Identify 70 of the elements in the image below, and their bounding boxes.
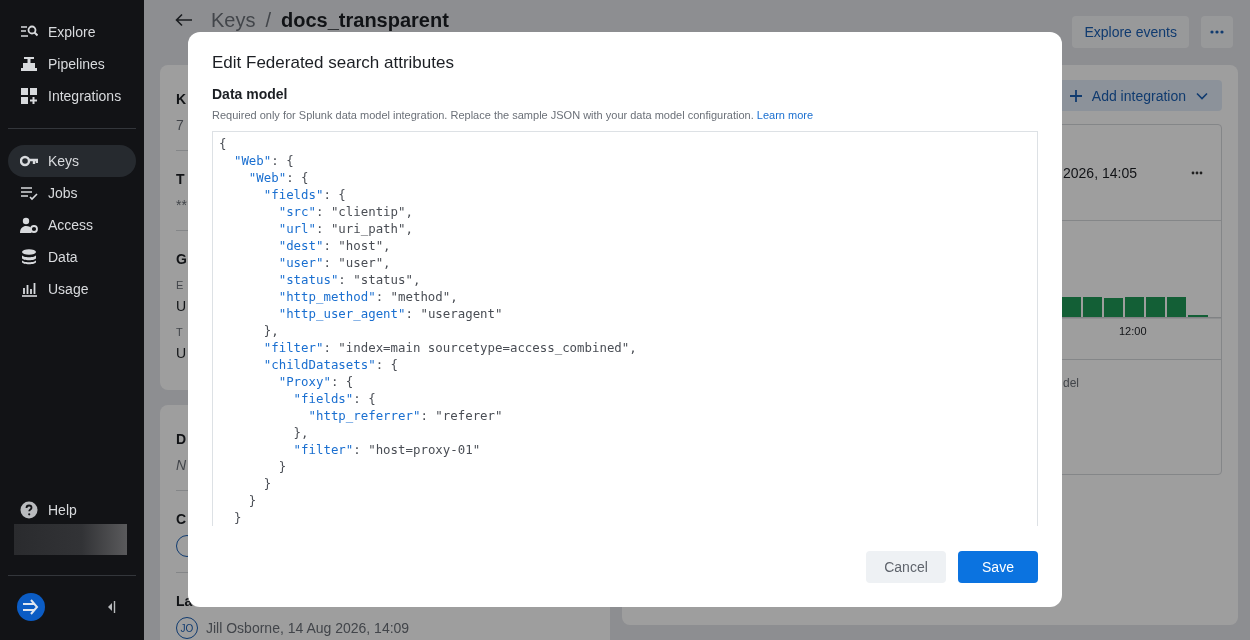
- nav-item[interactable]: Access: [8, 209, 136, 241]
- learn-more-link[interactable]: Learn more: [756, 109, 814, 121]
- code-line: "filter": "host=proxy-01": [292, 441, 481, 458]
- nav-item[interactable]: Data: [8, 241, 136, 273]
- code-line: "status": "status",: [277, 271, 421, 288]
- code-line: "url": "uri_path",: [277, 220, 413, 237]
- faucet-icon: [20, 55, 38, 73]
- back-arrow-icon: [175, 13, 193, 27]
- list-check-icon: [20, 184, 38, 202]
- nav-item[interactable]: Keys: [8, 145, 136, 177]
- explore-events-button[interactable]: Explore events: [1072, 16, 1189, 48]
- grid-plus-icon: [20, 87, 38, 105]
- code-line: "Proxy": {: [277, 373, 354, 390]
- code-line: "filter": "index=main sourcetype=access_combined",: [262, 339, 637, 356]
- field-text: del: [1063, 376, 1079, 390]
- axis-label: 12:00: [1119, 325, 1147, 337]
- code-line: },: [292, 424, 309, 441]
- code-line: "Web": {: [247, 169, 309, 186]
- bar-chart-icon: [20, 280, 38, 298]
- code-line: },: [262, 322, 279, 339]
- field-value: **: [176, 196, 187, 215]
- code-line: }: [247, 492, 257, 509]
- code-line: "childDatasets": {: [262, 356, 399, 373]
- field-label: E: [176, 278, 184, 292]
- code-line: "http_referrer": "referer": [307, 407, 503, 424]
- field-value: U: [176, 297, 187, 316]
- code-line: "user": "user",: [277, 254, 391, 271]
- field-label: T: [176, 170, 185, 189]
- code-line: {: [219, 135, 227, 152]
- code-line: "fields": {: [262, 186, 346, 203]
- help-text: Required only for Splunk data model integration. Replace the sample JSON with your data model configuration. Learn more: [212, 108, 815, 123]
- save-button[interactable]: Save: [958, 551, 1038, 583]
- field-value: N: [176, 456, 187, 475]
- code-line: "src": "clientip",: [277, 203, 413, 220]
- field-label: Data model: [212, 85, 289, 103]
- modified-by-text: Jill Osborne, 14 Aug 2026, 14:09: [206, 620, 410, 636]
- plus-icon: [1069, 89, 1082, 102]
- field-label: D: [176, 430, 187, 449]
- code-line: }: [232, 509, 242, 526]
- nav-item[interactable]: Usage: [8, 273, 136, 305]
- code-line: }: [262, 475, 272, 492]
- timestamp: 2026, 14:05: [1063, 164, 1137, 181]
- field-value: 7: [176, 116, 184, 135]
- code-line: "dest": "host",: [277, 237, 391, 254]
- field-label: T: [176, 325, 183, 339]
- field-label: C: [176, 510, 187, 529]
- breadcrumb-separator: /: [265, 10, 272, 30]
- field-value: U: [176, 344, 187, 363]
- code-line: "Web": {: [232, 152, 294, 169]
- user-gear-icon: [20, 216, 38, 234]
- code-line: "fields": {: [292, 390, 376, 407]
- chevron-down-icon: [1196, 91, 1208, 100]
- field-label: K: [176, 90, 187, 109]
- more-icon: [1191, 170, 1203, 175]
- nav-item[interactable]: Pipelines: [8, 48, 136, 80]
- code-line: "http_method": "method",: [277, 288, 458, 305]
- nav-item[interactable]: Explore: [8, 16, 136, 48]
- code-line: "http_user_agent": "useragent": [277, 305, 503, 322]
- dialog-title: Edit Federated search attributes: [212, 52, 455, 74]
- section-label: G: [176, 250, 187, 269]
- question-icon: [20, 501, 38, 519]
- nav-item[interactable]: Integrations: [8, 80, 136, 112]
- cancel-button[interactable]: Cancel: [866, 551, 946, 583]
- help-link[interactable]: Help: [8, 496, 136, 524]
- collapse-icon: [106, 600, 116, 614]
- more-icon: [1210, 30, 1224, 34]
- nav-item[interactable]: Jobs: [8, 177, 136, 209]
- page-title: docs_transparent: [281, 10, 449, 30]
- database-icon: [20, 248, 38, 266]
- code-line: }: [277, 458, 287, 475]
